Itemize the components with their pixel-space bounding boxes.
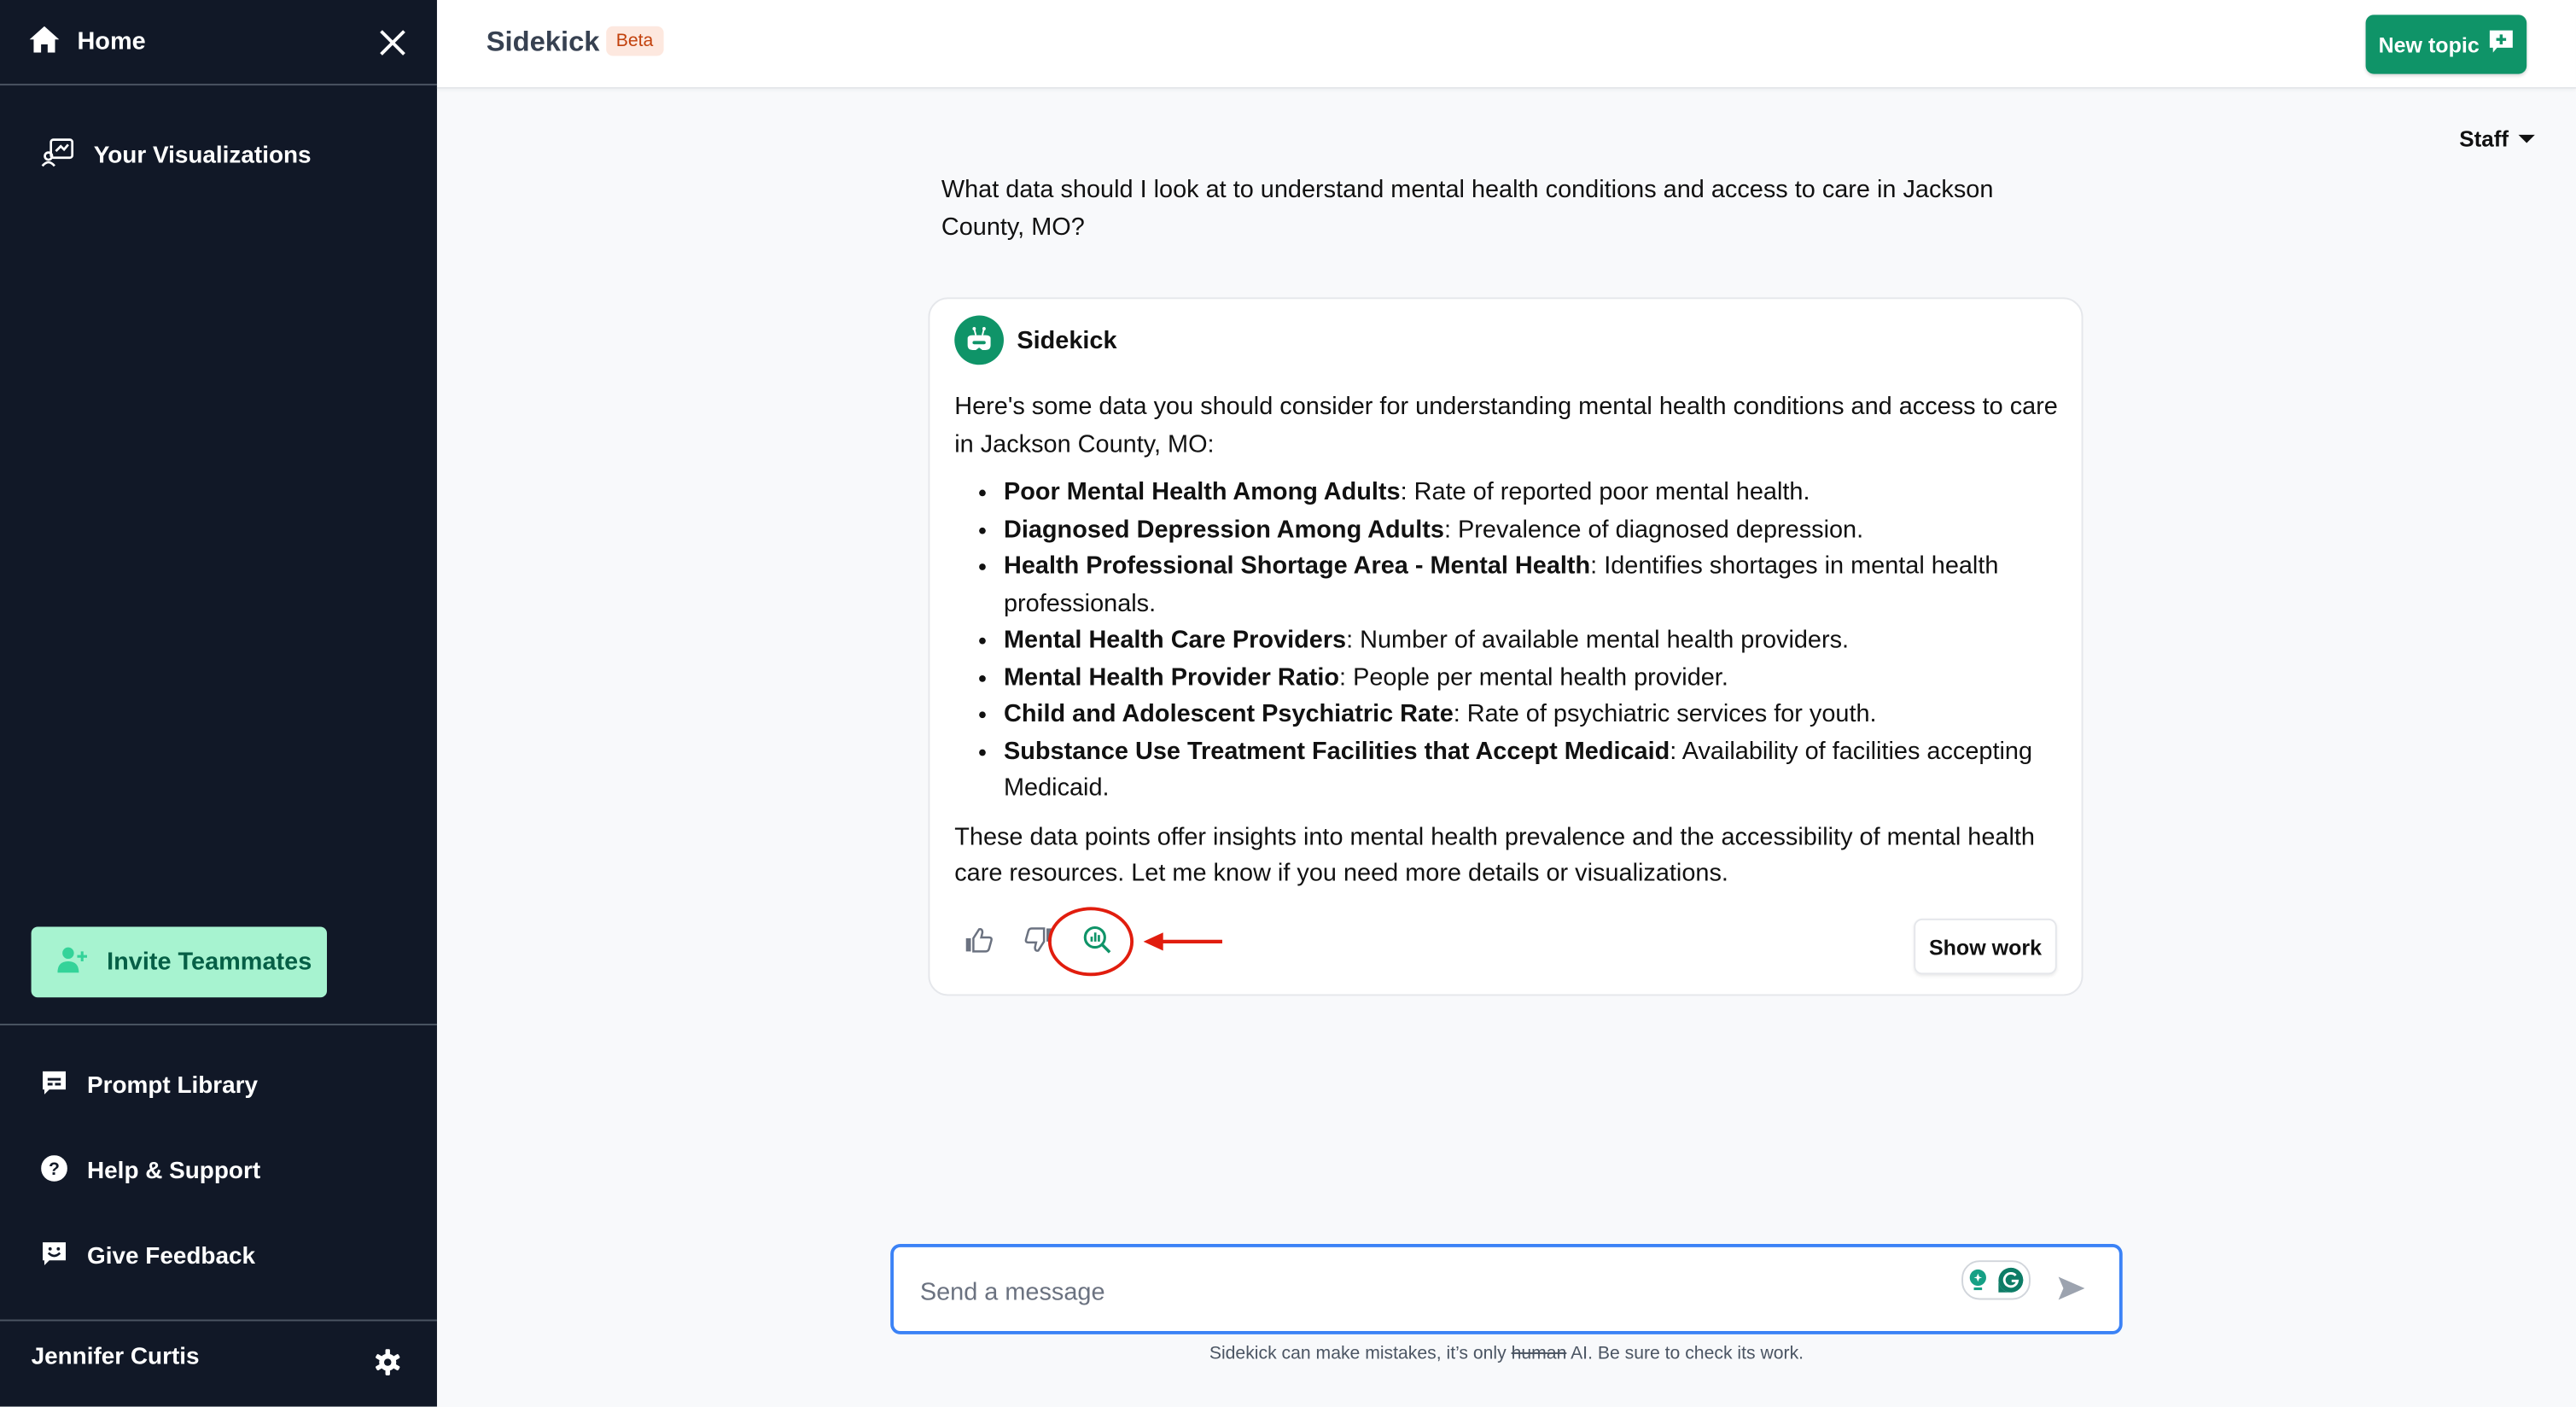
settings-button[interactable] bbox=[375, 1349, 401, 1383]
item-term: Mental Health Provider Ratio bbox=[1003, 663, 1340, 692]
item-desc: : Rate of psychiatric services for youth… bbox=[1453, 699, 1877, 728]
caret-down-icon bbox=[2518, 134, 2535, 143]
role-selector-value: Staff bbox=[2459, 126, 2509, 152]
sidebar-item-help-support[interactable]: ? Help & Support bbox=[41, 1155, 260, 1188]
sidebar-divider bbox=[0, 1319, 437, 1322]
send-icon bbox=[2058, 1276, 2085, 1300]
help-icon: ? bbox=[41, 1155, 67, 1188]
message-input[interactable] bbox=[916, 1266, 1909, 1317]
invite-teammates-button[interactable]: Invite Teammates bbox=[31, 926, 328, 998]
lightbulb-icon bbox=[1969, 1269, 1986, 1291]
sidebar-item-label: Prompt Library bbox=[87, 1072, 259, 1100]
item-desc: : People per mental health provider. bbox=[1339, 663, 1728, 692]
item-term: Child and Adolescent Psychiatric Rate bbox=[1003, 699, 1454, 728]
message-composer bbox=[890, 1243, 2123, 1334]
item-term: Health Professional Shortage Area - Ment… bbox=[1003, 552, 1591, 581]
grammarly-icon bbox=[1998, 1267, 2024, 1293]
response-intro: Here's some data you should consider for… bbox=[954, 393, 2058, 458]
sidebar-divider bbox=[0, 1024, 437, 1026]
item-term: Substance Use Treatment Facilities that … bbox=[1003, 737, 1670, 765]
send-button[interactable] bbox=[2057, 1276, 2087, 1310]
assistant-message-card: Sidekick Here's some data you should con… bbox=[928, 297, 2084, 996]
sidekick-bot-icon bbox=[954, 315, 1004, 365]
assistant-name: Sidekick bbox=[1017, 326, 1117, 354]
app-title: Sidekick bbox=[486, 26, 600, 58]
data-suggestions-list: Poor Mental Health Among Adults: Rate of… bbox=[954, 475, 2072, 808]
disclaimer-struck: human bbox=[1511, 1344, 1567, 1364]
list-item: Child and Adolescent Psychiatric Rate: R… bbox=[1004, 697, 2072, 733]
assistant-header: Sidekick bbox=[954, 315, 1117, 365]
svg-text:?: ? bbox=[49, 1159, 60, 1179]
assistant-message-body: Here's some data you should consider for… bbox=[954, 389, 2072, 893]
disclaimer-before: Sidekick can make mistakes, it’s only bbox=[1209, 1344, 1512, 1364]
item-desc: : Prevalence of diagnosed depression. bbox=[1443, 515, 1864, 544]
thumbs-up-icon bbox=[965, 928, 993, 953]
role-selector[interactable]: Staff bbox=[2459, 126, 2535, 151]
thumbs-up-button[interactable] bbox=[963, 924, 995, 956]
disclaimer-text: Sidekick can make mistakes, it’s only hu… bbox=[890, 1344, 2123, 1363]
annotation-circle bbox=[1047, 907, 1134, 977]
disclaimer-after: AI. Be sure to check its work. bbox=[1566, 1344, 1804, 1364]
beta-badge: Beta bbox=[606, 26, 663, 56]
new-chat-icon bbox=[2489, 30, 2514, 60]
sidebar-item-label: Give Feedback bbox=[87, 1243, 256, 1270]
prompt-library-icon bbox=[41, 1070, 67, 1102]
user-name: Jennifer Curtis bbox=[31, 1344, 200, 1371]
annotation-arrow-icon bbox=[1143, 932, 1222, 951]
gear-icon bbox=[376, 1349, 400, 1375]
sidebar-item-give-feedback[interactable]: Give Feedback bbox=[41, 1241, 255, 1273]
sidebar-item-label: Your Visualizations bbox=[93, 143, 312, 170]
response-outro: These data points offer insights into me… bbox=[954, 822, 2035, 888]
invite-label: Invite Teammates bbox=[107, 948, 312, 977]
item-term: Diagnosed Depression Among Adults bbox=[1003, 515, 1444, 544]
home-label: Home bbox=[77, 27, 146, 56]
list-item: Health Professional Shortage Area - Ment… bbox=[1004, 549, 2072, 623]
user-message: What data should I look at to understand… bbox=[941, 175, 1994, 241]
new-topic-button[interactable]: New topic bbox=[2365, 15, 2527, 74]
close-sidebar-button[interactable] bbox=[378, 27, 408, 57]
sidebar-item-prompt-library[interactable]: Prompt Library bbox=[41, 1070, 258, 1102]
show-work-button[interactable]: Show work bbox=[1914, 918, 2057, 975]
sidebar: Home Your Visualizations Invite Teammate… bbox=[0, 0, 437, 1407]
list-item: Mental Health Care Providers: Number of … bbox=[1004, 622, 2072, 659]
item-desc: : Rate of reported poor mental health. bbox=[1400, 478, 1810, 506]
sidebar-item-label: Help & Support bbox=[87, 1158, 261, 1185]
sidebar-item-your-visualizations[interactable]: Your Visualizations bbox=[41, 138, 312, 174]
item-desc: : Number of available mental health prov… bbox=[1346, 626, 1850, 655]
add-user-icon bbox=[57, 946, 90, 978]
sidebar-header: Home bbox=[0, 0, 437, 86]
feedback-icon bbox=[41, 1241, 67, 1273]
top-bar: Sidekick Beta New topic bbox=[436, 0, 2576, 89]
list-item: Poor Mental Health Among Adults: Rate of… bbox=[1004, 475, 2072, 511]
visualizations-icon bbox=[41, 138, 74, 174]
item-term: Mental Health Care Providers bbox=[1003, 626, 1347, 655]
grammarly-widget[interactable] bbox=[1961, 1260, 2031, 1300]
list-item: Mental Health Provider Ratio: People per… bbox=[1004, 660, 2072, 697]
list-item: Diagnosed Depression Among Adults: Preva… bbox=[1004, 512, 2072, 549]
new-topic-label: New topic bbox=[2378, 32, 2480, 57]
item-term: Poor Mental Health Among Adults bbox=[1003, 478, 1401, 506]
close-icon bbox=[380, 29, 405, 55]
list-item: Substance Use Treatment Facilities that … bbox=[1004, 733, 2072, 808]
home-icon bbox=[29, 25, 60, 58]
home-link[interactable]: Home bbox=[29, 25, 146, 58]
